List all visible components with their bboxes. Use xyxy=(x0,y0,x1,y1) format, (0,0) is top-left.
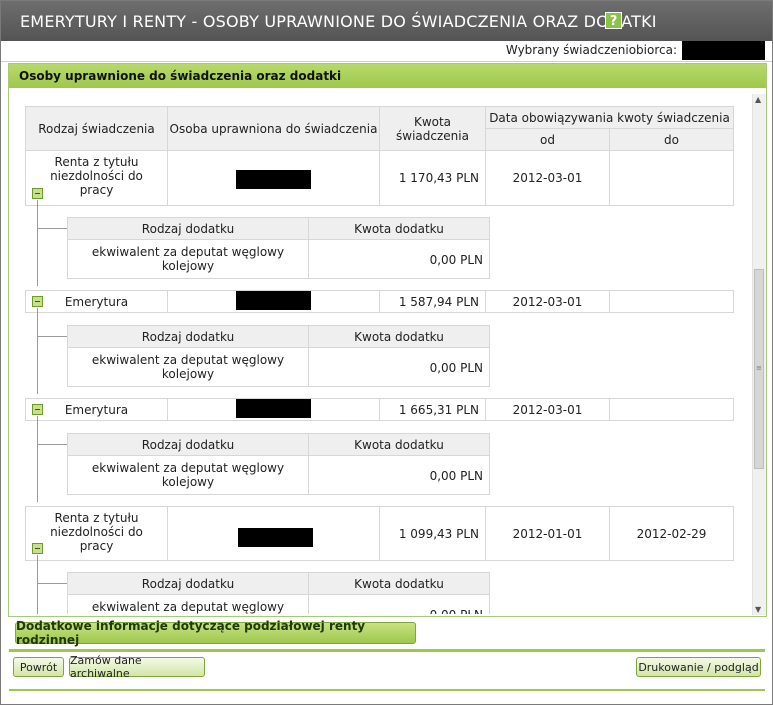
addon-header-type: Rodzaj dodatku xyxy=(67,572,309,595)
window-title: EMERYTURY I RENTY - OSOBY UPRAWNIONE DO … xyxy=(20,12,657,31)
addon-amount: 0,00 PLN xyxy=(308,594,490,614)
collapse-minus-icon[interactable] xyxy=(32,543,43,554)
table-row-date-from: 2012-03-01 xyxy=(485,398,610,421)
tree-line xyxy=(37,416,38,502)
addon-header-type: Rodzaj dodatku xyxy=(67,325,309,348)
order-archive-button[interactable]: Zamów dane archiwalne xyxy=(69,654,205,680)
addon-amount: 0,00 PLN xyxy=(308,239,490,279)
redacted-beneficiary-name xyxy=(682,41,765,60)
tree-line xyxy=(37,228,67,229)
tree-line xyxy=(37,555,38,614)
table-row-date-to xyxy=(609,150,734,206)
redacted-person-name xyxy=(236,291,311,310)
benefit-type-label: Renta z tytułu niezdolności do pracy xyxy=(50,511,143,553)
vertical-scrollbar[interactable]: ▲ ≡ ▼ xyxy=(752,94,766,615)
tree-line xyxy=(37,444,67,445)
beneficiary-label: Wybrany świadczeniobiorca: xyxy=(505,43,677,57)
header-date-from: od xyxy=(485,128,610,151)
table-row-amount: 1 665,31 PLN xyxy=(379,398,486,421)
redacted-person-name xyxy=(236,399,311,418)
table-row-date-to xyxy=(609,398,734,421)
addon-header-amount: Kwota dodatku xyxy=(308,217,490,240)
collapse-minus-icon[interactable] xyxy=(32,188,43,199)
redacted-person-name xyxy=(236,170,311,189)
addon-header-amount: Kwota dodatku xyxy=(308,572,490,595)
help-icon[interactable]: ? xyxy=(605,12,622,29)
table-row-amount: 1 587,94 PLN xyxy=(379,290,486,313)
benefit-type-label: Renta z tytułu niezdolności do pracy xyxy=(50,155,143,197)
bottom-separator xyxy=(9,689,765,691)
header-benefit-type: Rodzaj świadczenia xyxy=(25,106,168,151)
footer-separator xyxy=(9,649,765,652)
table-row-benefit-type: Renta z tytułu niezdolności do pracy xyxy=(25,150,168,206)
addon-header-amount: Kwota dodatku xyxy=(308,325,490,348)
redacted-person-name xyxy=(238,528,313,547)
back-button[interactable]: Powrót xyxy=(13,657,64,677)
panel-title: Osoby uprawnione do świadczenia oraz dod… xyxy=(19,69,342,83)
table-row-date-from: 2012-03-01 xyxy=(485,290,610,313)
addon-type: ekwiwalent za deputat węglowy kolejowy xyxy=(67,455,309,495)
addon-header-amount: Kwota dodatku xyxy=(308,433,490,456)
tree-line xyxy=(37,583,67,584)
benefits-table-scroll-area[interactable]: Rodzaj świadczenia Osoba uprawniona do ś… xyxy=(12,94,750,614)
table-row-benefit-type: Emerytura xyxy=(25,290,168,313)
scroll-down-arrow-icon[interactable]: ▼ xyxy=(755,605,761,614)
header-date-to: do xyxy=(609,128,734,151)
title-bar: EMERYTURY I RENTY - OSOBY UPRAWNIONE DO … xyxy=(1,1,772,41)
header-validity-date: Data obowiązywania kwoty świadczenia xyxy=(485,106,734,129)
benefits-window: EMERYTURY I RENTY - OSOBY UPRAWNIONE DO … xyxy=(0,0,773,705)
tree-line xyxy=(37,336,67,337)
entitled-persons-panel: Osoby uprawnione do świadczenia oraz dod… xyxy=(8,63,767,617)
addon-type: ekwiwalent za deputat węglowy kolejowy xyxy=(67,594,309,614)
collapse-minus-icon[interactable] xyxy=(32,296,43,307)
beneficiary-row: Wybrany świadczeniobiorca: xyxy=(1,41,772,62)
table-row-date-from: 2012-03-01 xyxy=(485,150,610,206)
print-preview-button[interactable]: Drukowanie / podgląd xyxy=(636,657,761,677)
tree-line xyxy=(37,200,38,286)
addon-header-type: Rodzaj dodatku xyxy=(67,433,309,456)
addon-amount: 0,00 PLN xyxy=(308,455,490,495)
addon-amount: 0,00 PLN xyxy=(308,347,490,387)
addon-header-type: Rodzaj dodatku xyxy=(67,217,309,240)
grip-icon: ≡ xyxy=(756,364,762,372)
panel-header: Osoby uprawnione do świadczenia oraz dod… xyxy=(9,64,766,88)
table-row-amount: 1 170,43 PLN xyxy=(379,150,486,206)
table-row-date-to xyxy=(609,290,734,313)
table-row-date-to: 2012-02-29 xyxy=(609,506,734,561)
tree-line xyxy=(37,308,38,394)
scroll-thumb[interactable]: ≡ xyxy=(754,269,764,469)
extra-info-button[interactable]: Dodatkowe informacje dotyczące podziałow… xyxy=(15,619,416,647)
addon-type: ekwiwalent za deputat węglowy kolejowy xyxy=(67,347,309,387)
header-benefit-amount: Kwota świadczenia xyxy=(379,106,486,151)
scroll-up-arrow-icon[interactable]: ▲ xyxy=(755,95,761,104)
table-row-date-from: 2012-01-01 xyxy=(485,506,610,561)
collapse-minus-icon[interactable] xyxy=(32,404,43,415)
table-row-benefit-type: Renta z tytułu niezdolności do pracy xyxy=(25,506,168,561)
header-entitled-person: Osoba uprawniona do świadczenia xyxy=(167,106,380,151)
table-row-amount: 1 099,43 PLN xyxy=(379,506,486,561)
addon-type: ekwiwalent za deputat węglowy kolejowy xyxy=(67,239,309,279)
table-row-benefit-type: Emerytura xyxy=(25,398,168,421)
